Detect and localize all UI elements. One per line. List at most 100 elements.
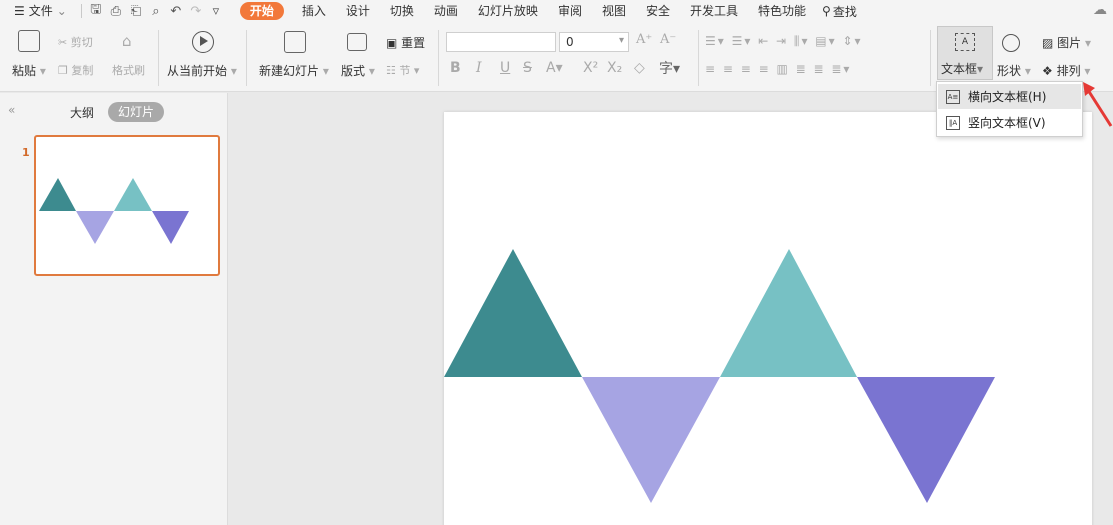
arrange-button[interactable]: ❖ 排列 ▾	[1042, 62, 1090, 79]
collapse-panel-icon[interactable]: «	[8, 103, 15, 117]
triangle-teal-light[interactable]	[720, 249, 857, 377]
bold-icon[interactable]: B	[450, 60, 461, 76]
new-slide-icon[interactable]	[284, 31, 306, 53]
thumbnail-graphic	[39, 178, 189, 244]
search-button[interactable]: ⚲ 查找	[816, 3, 857, 20]
print-preview-icon[interactable]: ⌕	[146, 4, 166, 19]
hamburger-icon: ☰	[14, 4, 25, 18]
alignment-icons[interactable]: ≡ ≡ ≡ ≡ ▥ ≣ ≣ ≣▾	[705, 62, 851, 76]
font-size-input[interactable]: 0 ▾	[559, 32, 629, 52]
tab-start[interactable]: 开始	[239, 2, 284, 20]
tab-security[interactable]: 安全	[636, 0, 680, 22]
paste-label: 粘贴	[12, 64, 37, 78]
play-from-current-label: 从当前开始	[167, 64, 228, 78]
save-icon[interactable]: 🖫	[86, 0, 106, 22]
new-slide-label: 新建幻灯片	[259, 64, 320, 78]
cut-button[interactable]: ✂ 剪切	[58, 34, 93, 50]
superscript-icon[interactable]: X²	[583, 60, 598, 76]
scissors-icon: ✂	[58, 36, 68, 49]
reset-button[interactable]: ▣ 重置	[386, 34, 425, 51]
chevron-down-icon: ▾	[36, 64, 46, 78]
increase-font-icon[interactable]: A⁺	[636, 32, 652, 47]
section-button[interactable]: ☷ 节 ▾	[386, 62, 419, 78]
customize-quick-access-icon[interactable]: ▿	[206, 4, 226, 19]
tab-insert[interactable]: 插入	[292, 0, 336, 22]
textbox-button[interactable]: A 文本框▾	[937, 26, 993, 80]
shape-button[interactable]: 形状 ▾	[997, 62, 1031, 79]
slide-thumbnail[interactable]	[34, 135, 220, 276]
menu-bar: ☰ 文件 ⌄ 🖫 ⎙ ⎗ ⌕ ↶ ↷ ▿ 开始 插入 设计 切换 动画 幻灯片放…	[0, 0, 1113, 22]
italic-icon[interactable]: I	[476, 60, 482, 76]
print-icon[interactable]: ⎗	[126, 4, 146, 19]
divider	[438, 30, 439, 86]
copy-icon: ❐	[58, 64, 68, 77]
file-menu-label: 文件	[28, 4, 53, 18]
font-name-input[interactable]	[446, 32, 556, 52]
layout-button[interactable]: 版式 ▾	[341, 62, 375, 79]
phonetic-guide-icon[interactable]: 字▾	[659, 58, 680, 78]
bullet-list-icon[interactable]: ☰▾ ☰▾ ⇤ ⇥ ⫼▾ ▤▾ ⇕▾	[705, 34, 863, 49]
strikethrough-icon[interactable]: S	[523, 60, 532, 76]
font-color-icon[interactable]: A▾	[546, 60, 563, 76]
chevron-down-icon: ▾	[319, 64, 329, 78]
tab-animations[interactable]: 动画	[424, 0, 468, 22]
thumb-triangle-2	[76, 211, 114, 244]
paste-icon[interactable]	[18, 30, 40, 52]
paste-button[interactable]: 粘贴 ▾	[12, 62, 46, 79]
copy-button[interactable]: ❐ 复制	[58, 62, 93, 78]
divider	[698, 30, 699, 86]
tab-developer[interactable]: 开发工具	[680, 0, 748, 22]
chevron-down-icon: ▾	[365, 64, 375, 78]
slide-canvas[interactable]	[444, 112, 1092, 525]
tab-review[interactable]: 审阅	[548, 0, 592, 22]
shape-icon[interactable]	[1002, 34, 1020, 52]
new-slide-button[interactable]: 新建幻灯片 ▾	[259, 62, 329, 79]
format-painter-label: 格式刷	[112, 64, 145, 77]
tab-slides[interactable]: 幻灯片	[108, 102, 164, 122]
tab-design[interactable]: 设计	[336, 0, 380, 22]
picture-button[interactable]: ▨ 图片 ▾	[1042, 34, 1091, 51]
triangle-teal-dark[interactable]	[444, 249, 582, 377]
horizontal-textbox-icon: A≡	[946, 89, 960, 104]
picture-icon: ▨	[1042, 36, 1054, 50]
reset-icon: ▣	[386, 36, 398, 50]
font-size-value: 0	[566, 35, 574, 49]
slide-number: 1	[22, 146, 30, 159]
tab-transitions[interactable]: 切换	[380, 0, 424, 22]
section-icon: ☷	[386, 64, 396, 77]
underline-icon[interactable]: U	[500, 60, 510, 76]
subscript-icon[interactable]: X₂	[607, 60, 622, 76]
horizontal-textbox-label: 横向文本框(H)	[968, 90, 1047, 104]
horizontal-textbox-item[interactable]: A≡ 横向文本框(H)	[938, 84, 1081, 109]
shape-label: 形状	[997, 64, 1022, 78]
triangle-purple[interactable]	[857, 377, 995, 503]
chevron-down-icon: ▾	[1021, 64, 1031, 78]
decrease-font-icon[interactable]: A⁻	[660, 32, 676, 47]
tab-slideshow[interactable]: 幻灯片放映	[468, 0, 548, 22]
vertical-textbox-label: 竖向文本框(V)	[968, 116, 1046, 130]
redo-icon[interactable]: ↷	[186, 4, 206, 19]
clear-format-icon[interactable]: ◇	[634, 60, 645, 76]
undo-icon[interactable]: ↶	[166, 4, 186, 19]
layout-icon[interactable]	[347, 33, 367, 51]
tab-outline[interactable]: 大纲	[70, 104, 94, 121]
file-menu[interactable]: ☰ 文件 ⌄	[0, 0, 77, 22]
chevron-down-icon: ⌄	[56, 4, 67, 18]
play-from-current-button[interactable]: 从当前开始 ▾	[167, 62, 237, 79]
divider	[930, 30, 931, 86]
export-icon[interactable]: ⎙	[106, 4, 126, 19]
cloud-sync-icon[interactable]: ☁	[1093, 2, 1107, 18]
format-painter-button[interactable]: 格式刷	[112, 62, 145, 78]
vertical-textbox-icon: ‖A	[946, 115, 960, 130]
tab-special-features[interactable]: 特色功能	[748, 0, 816, 22]
arrange-label: 排列	[1056, 64, 1081, 78]
picture-label: 图片	[1057, 36, 1082, 50]
divider	[158, 30, 159, 86]
thumb-triangle-4	[152, 211, 189, 244]
vertical-textbox-item[interactable]: ‖A 竖向文本框(V)	[938, 110, 1081, 135]
play-icon[interactable]	[192, 31, 214, 53]
tab-view[interactable]: 视图	[592, 0, 636, 22]
chevron-down-icon: ▾	[618, 35, 624, 46]
divider	[246, 30, 247, 86]
triangle-lavender[interactable]	[582, 377, 720, 503]
